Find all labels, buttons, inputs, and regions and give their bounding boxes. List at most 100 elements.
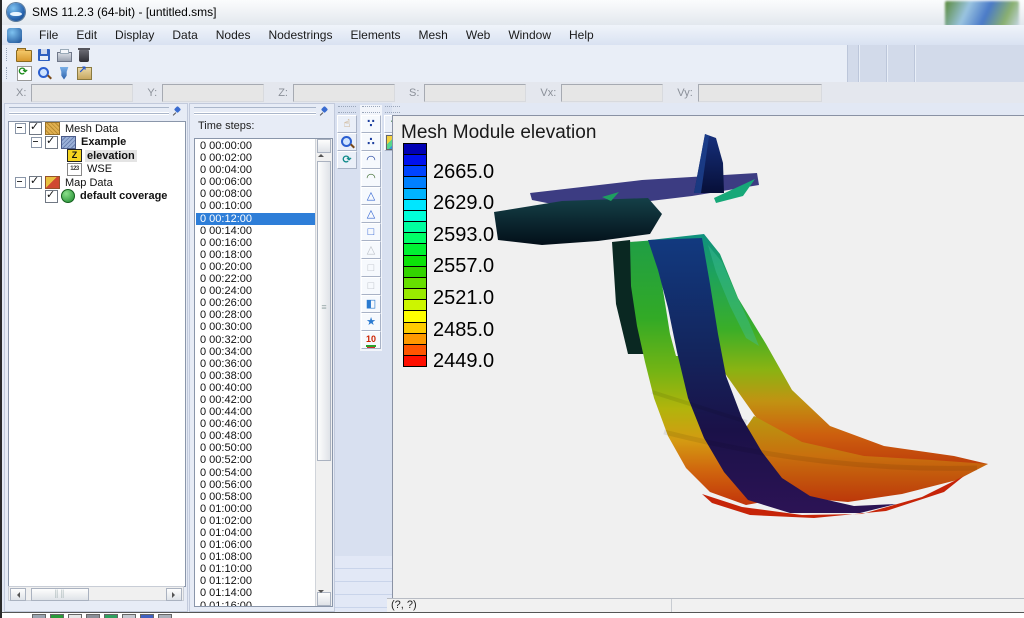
panel-grip[interactable] <box>194 107 316 114</box>
time-step-item[interactable]: 0 00:36:00 <box>196 358 315 370</box>
toolbar-grip[interactable] <box>6 48 10 61</box>
time-step-item[interactable]: 0 00:52:00 <box>196 454 315 466</box>
tree-item-mesh-data[interactable]: Mesh Data <box>9 122 185 136</box>
time-step-item[interactable]: 0 00:38:00 <box>196 370 315 382</box>
select-region-b-button[interactable]: □ <box>361 277 381 295</box>
visibility-checkbox[interactable] <box>45 190 58 203</box>
menu-edit[interactable]: Edit <box>67 26 106 44</box>
time-step-item[interactable]: 0 00:00:00 <box>196 140 315 152</box>
expander-icon[interactable] <box>15 123 26 134</box>
toolbar-grip[interactable] <box>6 67 10 80</box>
time-step-item[interactable]: 0 00:46:00 <box>196 418 315 430</box>
menu-mesh[interactable]: Mesh <box>410 26 457 44</box>
pan-tool-button[interactable]: ☝ <box>337 115 357 133</box>
zoom-tool-button[interactable] <box>337 133 357 151</box>
panel-grip[interactable] <box>9 107 169 114</box>
renumber-nodes-button[interactable]: 10 <box>361 331 381 349</box>
delete-button[interactable] <box>74 46 94 63</box>
time-step-item[interactable]: 0 00:22:00 <box>196 273 315 285</box>
open-button[interactable] <box>14 46 34 63</box>
time-step-item[interactable]: 0 01:02:00 <box>196 515 315 527</box>
time-step-item[interactable]: 0 00:40:00 <box>196 382 315 394</box>
create-mesh-node-button[interactable]: ∴ <box>361 133 381 151</box>
time-steps-scrollbar[interactable] <box>315 139 332 606</box>
time-step-item[interactable]: 0 01:14:00 <box>196 587 315 599</box>
time-step-item[interactable]: 0 00:14:00 <box>196 225 315 237</box>
zoom-extents-button[interactable] <box>34 65 54 82</box>
pin-icon[interactable] <box>173 106 183 116</box>
visibility-checkbox[interactable] <box>29 176 42 189</box>
time-step-item[interactable]: 0 01:04:00 <box>196 527 315 539</box>
time-step-item[interactable]: 0 00:18:00 <box>196 249 315 261</box>
preview-mesh-button[interactable]: △ <box>361 241 381 259</box>
time-step-item[interactable]: 0 00:24:00 <box>196 285 315 297</box>
tree-item-elevation[interactable]: Zelevation <box>9 149 185 163</box>
time-step-item[interactable]: 0 00:30:00 <box>196 321 315 333</box>
select-mesh-node-button[interactable]: ∵ <box>361 115 381 133</box>
create-triangle-element-button[interactable]: △ <box>361 205 381 223</box>
time-step-item[interactable]: 0 00:28:00 <box>196 309 315 321</box>
menu-display[interactable]: Display <box>106 26 163 44</box>
time-step-item[interactable]: 0 00:50:00 <box>196 442 315 454</box>
menu-help[interactable]: Help <box>560 26 603 44</box>
create-nodestring-button[interactable]: ◠ <box>361 169 381 187</box>
title-bar[interactable]: SMS 11.2.3 (64-bit) - [untitled.sms] <box>2 0 1024 26</box>
get-info-button[interactable] <box>54 65 74 82</box>
time-step-item[interactable]: 0 01:08:00 <box>196 551 315 563</box>
tree-item-map-data[interactable]: Map Data <box>9 176 185 190</box>
scrollbar-thumb[interactable] <box>31 588 89 601</box>
swap-edges-button[interactable]: ◧ <box>361 295 381 313</box>
tree-horizontal-scrollbar[interactable] <box>8 586 184 601</box>
time-step-item[interactable]: 0 00:58:00 <box>196 491 315 503</box>
time-step-item[interactable]: 0 00:06:00 <box>196 176 315 188</box>
menu-web[interactable]: Web <box>457 26 499 44</box>
visibility-checkbox[interactable] <box>45 136 58 149</box>
time-step-item[interactable]: 0 00:12:00 <box>196 213 315 225</box>
tree-item-example[interactable]: Example <box>9 136 185 150</box>
menu-nodes[interactable]: Nodes <box>207 26 260 44</box>
time-step-item[interactable]: 0 00:16:00 <box>196 237 315 249</box>
menu-nodestrings[interactable]: Nodestrings <box>259 26 341 44</box>
time-step-item[interactable]: 0 00:32:00 <box>196 334 315 346</box>
save-button[interactable] <box>34 46 54 63</box>
pin-icon[interactable] <box>320 106 330 116</box>
merge-triangles-button[interactable]: ★ <box>361 313 381 331</box>
refresh-button[interactable] <box>14 65 34 82</box>
menu-data[interactable]: Data <box>163 26 206 44</box>
time-step-item[interactable]: 0 01:00:00 <box>196 503 315 515</box>
select-nodestring-button[interactable]: ◠ <box>361 151 381 169</box>
expander-icon[interactable] <box>15 177 26 188</box>
scrollbar-thumb[interactable] <box>317 161 331 461</box>
time-step-item[interactable]: 0 00:26:00 <box>196 297 315 309</box>
graphics-view[interactable]: Mesh Module elevation 2665.02629.02593.0… <box>392 115 1024 598</box>
time-step-item[interactable]: 0 00:04:00 <box>196 164 315 176</box>
time-step-item[interactable]: 0 00:42:00 <box>196 394 315 406</box>
scroll-down-icon[interactable] <box>317 592 331 606</box>
time-step-item[interactable]: 0 00:54:00 <box>196 467 315 479</box>
scroll-right-icon[interactable] <box>166 588 182 601</box>
select-element-button[interactable]: △ <box>361 187 381 205</box>
time-step-item[interactable]: 0 00:34:00 <box>196 346 315 358</box>
time-step-item[interactable]: 0 00:56:00 <box>196 479 315 491</box>
scroll-up-icon[interactable] <box>317 139 331 153</box>
print-button[interactable] <box>54 46 74 63</box>
time-step-item[interactable]: 0 01:06:00 <box>196 539 315 551</box>
menu-window[interactable]: Window <box>499 26 560 44</box>
time-step-item[interactable]: 0 01:10:00 <box>196 563 315 575</box>
tree-item-default-coverage[interactable]: default coverage <box>9 190 185 204</box>
select-region-a-button[interactable]: □ <box>361 259 381 277</box>
menu-file[interactable]: File <box>30 26 67 44</box>
create-quad-element-button[interactable]: □ <box>361 223 381 241</box>
rotate-tool-button[interactable]: ⟳ <box>337 151 357 169</box>
time-step-item[interactable]: 0 00:20:00 <box>196 261 315 273</box>
time-step-item[interactable]: 0 00:44:00 <box>196 406 315 418</box>
time-step-item[interactable]: 0 00:10:00 <box>196 200 315 212</box>
view-orientation-button[interactable] <box>74 65 94 82</box>
visibility-checkbox[interactable] <box>29 122 42 135</box>
scroll-left-icon[interactable] <box>10 588 26 601</box>
menu-elements[interactable]: Elements <box>341 26 409 44</box>
time-step-item[interactable]: 0 00:48:00 <box>196 430 315 442</box>
time-step-item[interactable]: 0 00:08:00 <box>196 188 315 200</box>
time-step-item[interactable]: 0 00:02:00 <box>196 152 315 164</box>
expander-icon[interactable] <box>31 137 42 148</box>
